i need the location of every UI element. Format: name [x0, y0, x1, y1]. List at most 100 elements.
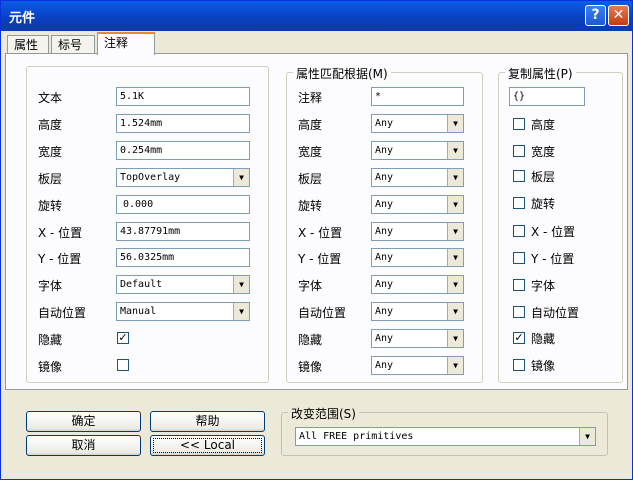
- match-label-rotation: 旋转: [298, 199, 323, 213]
- chevron-down-icon[interactable]: ▼: [579, 428, 595, 445]
- height-field[interactable]: 1.524mm: [116, 114, 250, 133]
- chevron-down-icon[interactable]: ▼: [447, 115, 463, 132]
- window-title: 元件: [9, 11, 36, 26]
- copy-rotation-checkbox[interactable]: [513, 197, 525, 209]
- match-autoposition-combo[interactable]: Any ▼: [371, 302, 464, 321]
- copy-label-rotation: 旋转: [531, 197, 556, 211]
- font-combo-value: Default: [120, 279, 163, 290]
- match-hide-value: Any: [375, 333, 394, 344]
- autoposition-combo-value: Manual: [120, 306, 157, 317]
- copy-label-hide: 隐藏: [531, 332, 556, 346]
- chevron-down-icon[interactable]: ▼: [233, 169, 249, 186]
- prop-label-width: 宽度: [38, 145, 63, 159]
- match-font-combo[interactable]: Any ▼: [371, 275, 464, 294]
- match-label-layer: 板层: [298, 172, 323, 186]
- tab-comment[interactable]: 注释: [97, 32, 155, 55]
- copy-hide-checkbox[interactable]: ✓: [513, 332, 525, 344]
- copy-width-checkbox[interactable]: [513, 145, 525, 157]
- chevron-down-icon[interactable]: ▼: [447, 223, 463, 240]
- match-label-autoposition: 自动位置: [298, 306, 347, 320]
- scope-combo-value: All FREE primitives: [299, 431, 414, 442]
- match-x-combo[interactable]: Any ▼: [371, 222, 464, 241]
- hide-checkbox[interactable]: ✓: [117, 332, 129, 344]
- chevron-down-icon[interactable]: ▼: [233, 303, 249, 320]
- chevron-down-icon[interactable]: ▼: [233, 276, 249, 293]
- chevron-down-icon[interactable]: ▼: [447, 196, 463, 213]
- match-width-combo[interactable]: Any ▼: [371, 141, 464, 160]
- prop-label-layer: 板层: [38, 172, 63, 186]
- close-icon[interactable]: ✕: [608, 5, 629, 26]
- autoposition-combo[interactable]: Manual ▼: [116, 302, 250, 321]
- copy-mirror-checkbox[interactable]: [513, 359, 525, 371]
- help-icon[interactable]: ?: [585, 5, 606, 26]
- copy-height-checkbox[interactable]: [513, 118, 525, 130]
- copy-label-x: X - 位置: [531, 225, 576, 239]
- prop-label-hide: 隐藏: [38, 333, 63, 347]
- match-y-combo[interactable]: Any ▼: [371, 248, 464, 267]
- copy-label-layer: 板层: [531, 170, 556, 184]
- match-label-hide: 隐藏: [298, 333, 323, 347]
- help-button[interactable]: 帮助: [150, 411, 265, 432]
- match-width-value: Any: [375, 145, 394, 156]
- match-mirror-value: Any: [375, 360, 394, 371]
- copy-label-height: 高度: [531, 118, 556, 132]
- ok-button[interactable]: 确定: [26, 411, 141, 432]
- match-layer-combo[interactable]: Any ▼: [371, 168, 464, 187]
- local-button[interactable]: << Local: [150, 435, 265, 456]
- y-position-field[interactable]: 56.0325mm: [116, 248, 250, 267]
- copy-attribute-field[interactable]: {}: [509, 87, 585, 106]
- match-x-value: Any: [375, 226, 394, 237]
- match-label-y: Y - 位置: [298, 252, 342, 266]
- width-field[interactable]: 0.254mm: [116, 141, 250, 160]
- x-position-field[interactable]: 43.87791mm: [116, 222, 250, 241]
- chevron-down-icon[interactable]: ▼: [447, 357, 463, 374]
- rotation-field[interactable]: 0.000: [116, 195, 250, 214]
- match-height-value: Any: [375, 118, 394, 129]
- match-label-font: 字体: [298, 279, 323, 293]
- match-label-x: X - 位置: [298, 226, 343, 240]
- match-mirror-combo[interactable]: Any ▼: [371, 356, 464, 375]
- chevron-down-icon[interactable]: ▼: [447, 142, 463, 159]
- copy-label-y: Y - 位置: [531, 252, 575, 266]
- copy-x-checkbox[interactable]: [513, 225, 525, 237]
- scope-group-title: 改变范围(S): [288, 405, 359, 422]
- match-label-mirror: 镜像: [298, 360, 323, 374]
- chevron-down-icon[interactable]: ▼: [447, 249, 463, 266]
- match-layer-value: Any: [375, 172, 394, 183]
- match-height-combo[interactable]: Any ▼: [371, 114, 464, 133]
- tab-designator[interactable]: 标号: [51, 35, 95, 55]
- prop-label-autoposition: 自动位置: [38, 306, 87, 320]
- copy-autoposition-checkbox[interactable]: [513, 306, 525, 318]
- layer-combo[interactable]: TopOverlay ▼: [116, 168, 250, 187]
- match-comment-field[interactable]: *: [371, 87, 464, 106]
- prop-label-height: 高度: [38, 118, 63, 132]
- chevron-down-icon[interactable]: ▼: [447, 330, 463, 347]
- chevron-down-icon[interactable]: ▼: [447, 303, 463, 320]
- copy-label-autoposition: 自动位置: [531, 306, 580, 320]
- prop-label-y: Y - 位置: [38, 252, 82, 266]
- copy-label-mirror: 镜像: [531, 359, 556, 373]
- copy-font-checkbox[interactable]: [513, 279, 525, 291]
- match-label-width: 宽度: [298, 145, 323, 159]
- layer-combo-value: TopOverlay: [120, 172, 181, 183]
- copy-group-title: 复制属性(P): [505, 65, 576, 82]
- copy-layer-checkbox[interactable]: [513, 170, 525, 182]
- match-rotation-value: Any: [375, 199, 394, 210]
- mirror-checkbox[interactable]: [117, 359, 129, 371]
- match-hide-combo[interactable]: Any ▼: [371, 329, 464, 348]
- copy-y-checkbox[interactable]: [513, 252, 525, 264]
- prop-label-font: 字体: [38, 279, 63, 293]
- match-rotation-combo[interactable]: Any ▼: [371, 195, 464, 214]
- title-bar[interactable]: 元件 ? ✕: [1, 1, 632, 31]
- font-combo[interactable]: Default ▼: [116, 275, 250, 294]
- cancel-button[interactable]: 取消: [26, 435, 141, 456]
- chevron-down-icon[interactable]: ▼: [447, 276, 463, 293]
- match-group-title: 属性匹配根据(M): [293, 65, 391, 82]
- chevron-down-icon[interactable]: ▼: [447, 169, 463, 186]
- copy-label-font: 字体: [531, 279, 556, 293]
- tab-properties[interactable]: 属性: [7, 35, 49, 55]
- match-y-value: Any: [375, 252, 394, 263]
- scope-combo[interactable]: All FREE primitives ▼: [295, 427, 596, 446]
- text-field[interactable]: 5.1K: [116, 87, 250, 106]
- prop-label-rotation: 旋转: [38, 199, 63, 213]
